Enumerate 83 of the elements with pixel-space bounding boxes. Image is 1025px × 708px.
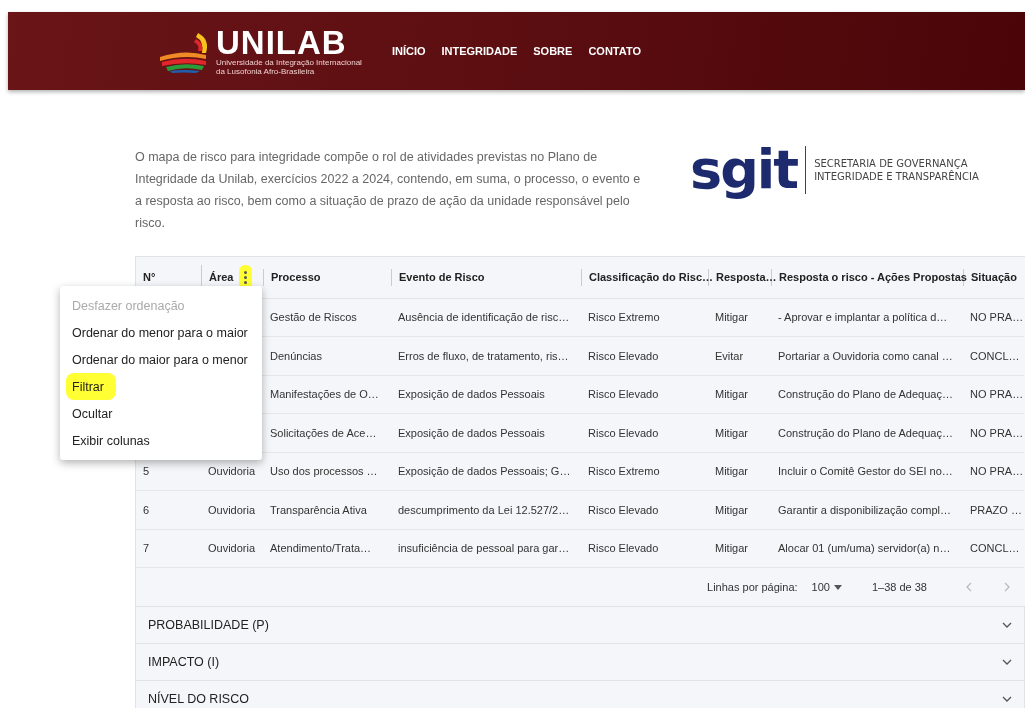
table-cell: Risco Extremo [588,465,660,477]
menu-item[interactable]: Ocultar [60,400,125,427]
accordion-title: NÍVEL DO RISCO [148,690,249,708]
nav-link[interactable]: INTEGRIDADE [441,42,518,60]
agency-name: SECRETARIA DE GOVERNANÇA INTEGRIDADE E TRANSPARÊNCIA [814,157,979,183]
chevron-icon [1002,696,1012,702]
sgit-logo: sgit [690,143,798,197]
table-cell: Construção do Plano de Adequaç… [778,426,953,439]
intro-paragraph: O mapa de risco para integridade compõe o rol de atividades previstas no Plano de Integridade da Unilab, exercícios 2022 a 2024, contendo, em suma, o processo, o evento e a resposta ao risco, bem como a situação de prazo de ação da unidade responsável pelo risco. [135,149,642,232]
table-cell: Evitar [715,349,744,362]
accordion-title: IMPACTO (I) [148,653,220,671]
accordion-header[interactable]: PROBABILIDADE (P) [135,607,1025,644]
page-range: 1–38 de 38 [871,579,927,595]
chevron-icon [1002,659,1012,665]
column-header[interactable]: Evento de Risco [399,269,485,286]
menu-item[interactable]: Ordenar do menor para o maior [60,319,260,346]
table-cell: Uso dos processos … [270,465,378,477]
column-header[interactable]: Área [209,269,234,286]
table-cell: NO PRA… [970,465,1024,477]
table-cell: Mitigar [715,388,748,400]
table-cell: Solicitações de Ace… [270,426,377,439]
table-cell: - Aprovar e implantar a política d… [778,311,948,323]
chevron-icon [1002,622,1012,628]
table-cell: Mitigar [715,311,748,323]
table-cell: insuficiência de pessoal para gar… [398,542,570,554]
table-cell: Risco Elevado [588,388,659,400]
column-header[interactable]: Situação [971,269,1017,286]
menu-item[interactable]: Exibir colunas [60,427,162,454]
accordion-header[interactable]: IMPACTO (I) [135,644,1025,681]
table-cell: Mitigar [715,426,748,439]
nav-link[interactable]: INÍCIO [391,42,426,60]
table-cell: Incluir o Comitê Gestor do SEI no… [778,465,953,477]
table-cell: NO PRA… [970,426,1024,439]
table-cell: Mitigar [715,503,748,516]
column-header[interactable]: Classificação do Risc… [589,269,714,286]
table-cell: Ouvidoria [208,465,256,477]
nav-link[interactable]: CONTATO [588,42,641,60]
table-cell: Atendimento/Trata… [270,542,372,554]
table-cell: Portariar a Ouvidoria como canal … [778,349,953,362]
table-cell: Alocar 01 (um/uma) servidor(a) n… [778,542,951,554]
table-cell: 7 [143,542,150,554]
logo-wordmark: UNILAB [216,25,347,59]
table-cell: Exposição de dados Pessoais [398,388,545,400]
table-cell: CONCL… [970,542,1020,554]
table-cell: Construção do Plano de Adequaç… [778,388,953,400]
table-cell: Exposição de dados Pessoais; G… [398,465,571,477]
table-cell: Garantir a disponibilização compl… [778,503,952,516]
accordion-title: PROBABILIDADE (P) [148,616,269,634]
table-cell: 6 [143,503,150,516]
logo-subtitle: Universidade da Integração Internacional da Lusofonia Afro-Brasileira [216,58,362,77]
menu-item[interactable]: Filtrar [66,373,116,400]
caret-icon [833,584,842,590]
table-cell: Gestão de Riscos [270,311,357,323]
table-cell: Exposição de dados Pessoais [398,426,545,439]
menu-item[interactable]: Ordenar do maior para o menor [60,346,260,373]
column-header[interactable]: Resposta… [716,269,777,286]
rows-per-page-label: Linhas por página: [707,579,798,595]
nav-link[interactable]: SOBRE [533,42,573,60]
table-cell: 5 [143,465,150,477]
table-cell: NO PRA… [970,388,1024,400]
column-header[interactable]: Processo [271,269,321,286]
table-cell: NO PRA… [970,311,1024,323]
column-header[interactable]: Resposta o risco - Ações Propostas [779,269,967,286]
table-cell: Denúncias [270,349,322,362]
table-cell: Risco Elevado [588,503,659,516]
table-cell: Risco Extremo [588,311,660,323]
table-cell: Ouvidoria [208,542,256,554]
table-cell: Risco Elevado [588,349,659,362]
table-cell: Transparência Ativa [270,503,367,516]
table-cell: PRAZO … [970,503,1022,516]
table-cell: Erros de fluxo, de tratamento, ris… [398,349,569,362]
table-cell: Mitigar [715,465,748,477]
rows-per-page-select[interactable]: 100 [811,578,842,596]
table-cell: CONCL… [970,349,1020,362]
table-cell: Ausência de identificação de risc… [398,311,570,323]
column-header[interactable]: N° [143,269,156,286]
table-cell: Risco Elevado [588,542,659,554]
table-cell: Mitigar [715,542,748,554]
accordion-header[interactable]: NÍVEL DO RISCO [135,681,1025,708]
table-cell: Ouvidoria [208,503,256,516]
table-cell: descumprimento da Lei 12.527/2… [398,503,570,516]
table-cell: Risco Elevado [588,426,659,439]
table-cell: Manifestações de O… [270,388,379,400]
